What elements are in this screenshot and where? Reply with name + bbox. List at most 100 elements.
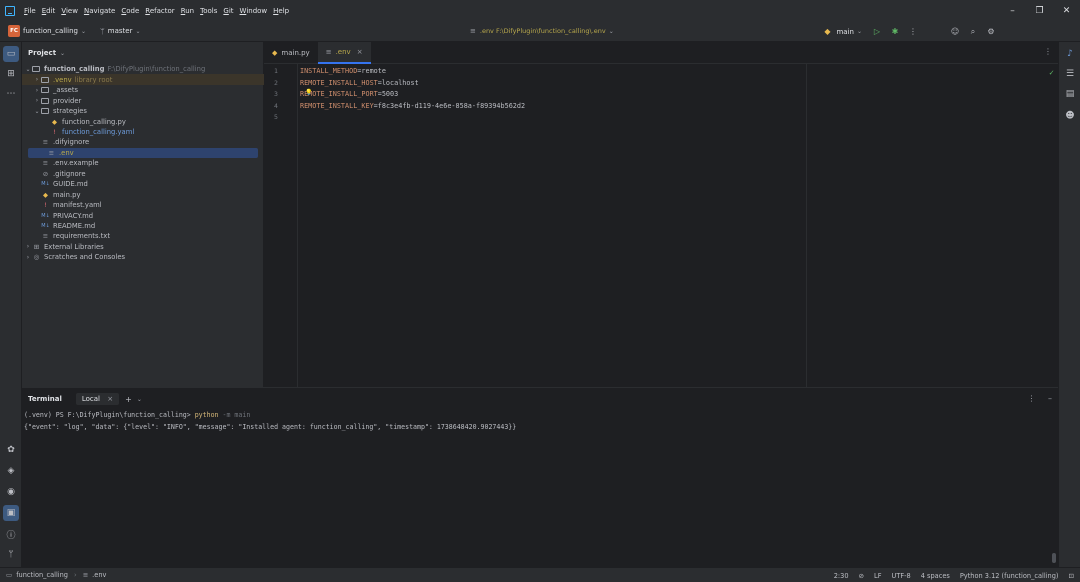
indent-setting[interactable]: 4 spaces [921,572,950,580]
code-line[interactable]: REMOTE_INSTALL_PORT=5003 [300,90,398,98]
services-icon[interactable]: ◉ [3,484,19,500]
env-key: REMOTE_INSTALL_HOST [300,78,378,87]
debug-icon[interactable]: ✱ [886,27,904,36]
tree-item[interactable]: M↓ PRIVACY.md [22,210,264,221]
caret-position[interactable]: 2:30 [834,572,849,580]
line-separator-icon[interactable]: ⊘ [859,572,865,580]
tree-item[interactable]: ⌄ strategies [22,106,264,117]
current-file-path[interactable]: ≡ .env F:\DifyPlugin\function_calling\.e… [470,27,614,35]
python-file-icon: ◆ [43,190,48,199]
account-icon[interactable]: ☺ [946,27,964,36]
add-icon[interactable]: + [125,395,132,404]
git-icon[interactable]: ᛘ [3,547,19,563]
editor-tab[interactable]: ≡ .env × [317,41,371,64]
menu-tools[interactable]: Tools [200,7,217,15]
chevron-down-icon[interactable]: ⌄ [137,396,142,403]
tree-item[interactable]: ! manifest.yaml [22,200,264,211]
breadcrumb-project[interactable]: function_calling [16,571,68,579]
terminal-tab-local[interactable]: Local × [75,393,120,405]
project-tool-icon[interactable]: ▭ [3,46,19,62]
close-icon[interactable]: × [107,395,113,403]
layers-icon[interactable]: ◈ [3,463,19,479]
tree-item[interactable]: › .venv library root [22,74,264,85]
menu-view[interactable]: View [61,7,78,15]
search-icon[interactable]: ⌕ [964,27,982,37]
ai-assistant-icon[interactable]: ☻ [1062,108,1078,124]
status-breadcrumb: ▭ function_calling › ≡ .env [0,571,106,579]
menu-edit[interactable]: Edit [42,7,56,15]
python-packages-icon[interactable]: ✿ [3,442,19,458]
tree-item[interactable]: ≡ .env.example [22,158,264,169]
menu-file[interactable]: File [24,7,36,15]
menu-git[interactable]: Git [223,7,233,15]
more-icon[interactable]: ⋮ [904,27,922,36]
chevron-right-icon[interactable]: › [33,97,41,104]
run-icon[interactable]: ▷ [868,27,886,36]
database-icon[interactable]: ☰ [1062,66,1078,82]
intention-bulb-icon[interactable]: 💡 [305,89,312,96]
check-icon[interactable]: ✓ [1049,68,1054,77]
tree-item[interactable]: › _assets [22,85,264,96]
code-line[interactable]: REMOTE_INSTALL_KEY=f8c3e4fb-d119-4e6e-85… [300,102,525,110]
project-name[interactable]: function_calling [23,27,78,35]
menu-run[interactable]: Run [181,7,194,15]
close-icon[interactable]: × [357,48,363,56]
env-key: REMOTE_INSTALL_KEY [300,101,374,110]
project-badge[interactable]: FC [8,25,20,37]
more-icon[interactable]: ⋮ [1044,47,1052,56]
project-panel-title: Project [28,49,57,57]
code-line[interactable]: INSTALL_METHOD=remote [300,67,386,75]
python-console-icon[interactable]: ▤ [1062,86,1078,102]
menu-code[interactable]: Code [121,7,139,15]
run-config-select[interactable]: main [836,28,854,36]
line-ending[interactable]: LF [874,572,881,580]
chevron-right-icon[interactable]: › [24,243,32,250]
chevron-right-icon[interactable]: › [33,87,41,94]
chevron-right-icon[interactable]: › [33,76,41,83]
code-editor[interactable]: 1 2 3 4 5 INSTALL_METHOD=remote REMOTE_INSTAL… [264,64,1058,387]
minimize-icon[interactable]: – [1048,394,1052,403]
tree-item[interactable]: ⌄ function_calling F:\DifyPlugin\function_… [22,64,264,75]
tree-item[interactable]: ◆ main.py [22,189,264,200]
branch-name: master [107,27,133,35]
lock-icon[interactable]: ⊡ [1068,572,1074,580]
tree-item[interactable]: ≡ .env [28,147,258,159]
tree-item[interactable]: M↓ GUIDE.md [22,179,264,190]
gear-icon[interactable]: ⚙ [982,27,1000,36]
terminal-scrollbar[interactable] [1052,553,1056,563]
chevron-down-icon[interactable]: ⌄ [24,66,32,73]
editor-tab[interactable]: ◆ main.py [264,42,318,64]
chevron-right-icon[interactable]: › [24,254,32,261]
tree-item[interactable]: ⊘ .gitignore [22,169,264,180]
menu-refactor[interactable]: Refactor [145,7,174,15]
chevron-down-icon[interactable]: ⌄ [33,108,41,115]
tree-item[interactable]: › ◎ Scratches and Consoles [22,252,264,263]
terminal-command-line[interactable]: (.venv) PS F:\DifyPlugin\function_callin… [24,411,250,419]
menu-help[interactable]: Help [273,7,289,15]
more-tools-icon[interactable]: ⋯ [3,86,19,102]
structure-tool-icon[interactable]: ⊞ [3,66,19,82]
tree-item[interactable]: › ⊞ External Libraries [22,242,264,253]
tree-item[interactable]: M↓ README.md [22,221,264,232]
more-icon[interactable]: ⋮ [1027,394,1035,403]
env-value: remote [361,67,386,75]
tree-item[interactable]: ≡ .difyignore [22,137,264,148]
tree-item[interactable]: ◆ function_calling.py [22,116,264,127]
close-window-button[interactable]: ✕ [1053,0,1080,21]
project-panel-header[interactable]: Project ⌄ [22,42,263,64]
vcs-branch-widget[interactable]: ᛘ master ⌄ [100,27,141,36]
file-encoding[interactable]: UTF-8 [892,572,911,580]
notifications-icon[interactable]: ♪ [1062,46,1078,62]
terminal-tool-icon[interactable]: ▣ [3,505,19,521]
tree-item[interactable]: › provider [22,95,264,106]
python-interpreter[interactable]: Python 3.12 (function_calling) [960,572,1059,580]
problems-icon[interactable]: ⓘ [3,526,19,542]
tree-item[interactable]: ≡ requirements.txt [22,231,264,242]
menu-window[interactable]: Window [240,7,268,15]
maximize-button[interactable]: ❐ [1026,0,1053,21]
breadcrumb-file[interactable]: .env [92,571,106,579]
minimize-button[interactable]: – [999,0,1026,21]
menu-navigate[interactable]: Navigate [84,7,115,15]
code-line[interactable]: REMOTE_INSTALL_HOST=localhost [300,79,419,87]
tree-item[interactable]: ! function_calling.yaml [22,127,264,138]
